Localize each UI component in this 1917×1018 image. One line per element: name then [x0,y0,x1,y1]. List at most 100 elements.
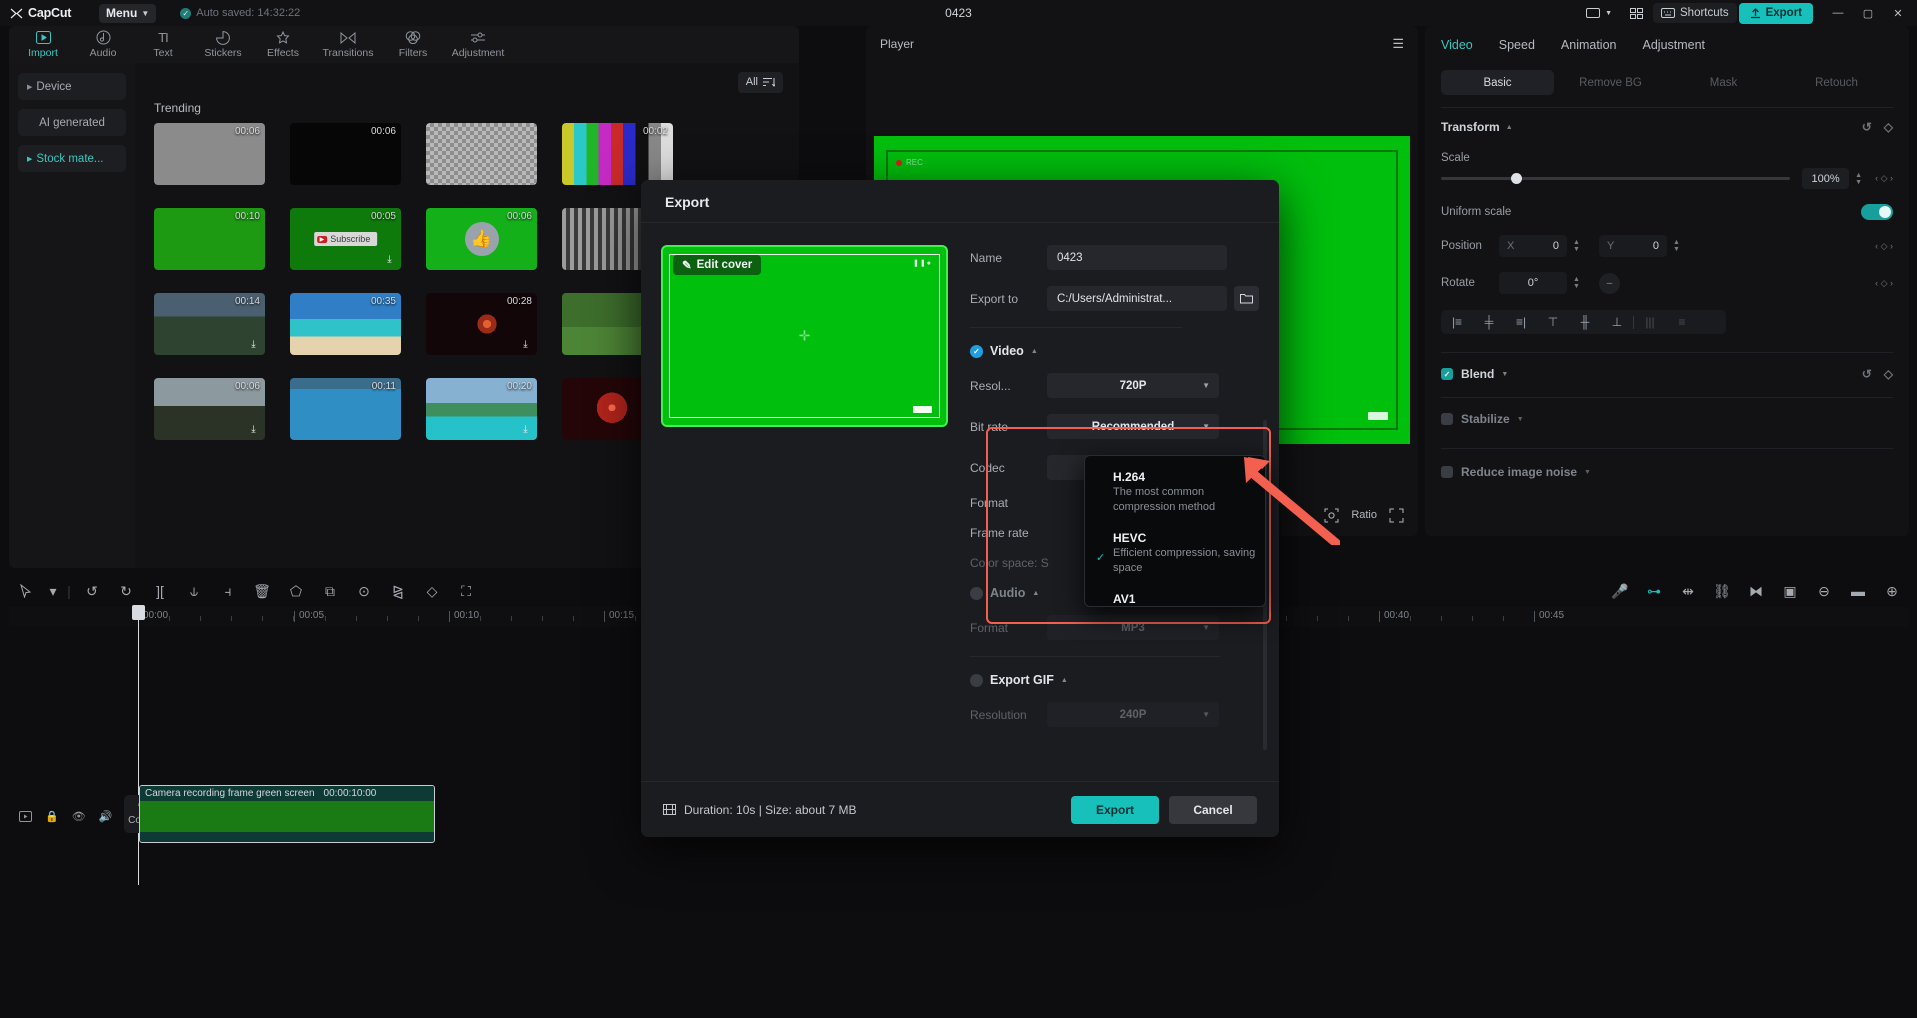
distribute-horizontal-icon[interactable]: ||| [1634,315,1666,329]
keyframe-diamond-icon[interactable]: ◇ [1884,367,1893,381]
tab-adjustment[interactable]: Adjustment [1643,38,1706,52]
nav-item-filters[interactable]: Filters [383,30,443,59]
position-x-input[interactable]: X 0 [1499,235,1567,257]
align-center-horizontal-icon[interactable]: ╪ [1473,315,1505,329]
scale-stepper[interactable]: ▲▼ [1852,172,1865,186]
audio-format-select[interactable]: MP3 ▼ [1047,615,1219,640]
marker-icon[interactable]: ⬠ [279,575,313,607]
align-right-icon[interactable]: ≡| [1505,315,1537,329]
media-item[interactable]: 00:28⤓ [426,293,537,355]
media-filter-button[interactable]: All [738,72,783,93]
cover-preview[interactable]: ✎ Edit cover ❚❚● ✛ [661,245,948,427]
media-item[interactable]: 00:06 [290,123,401,185]
position-x-stepper[interactable]: ▲▼ [1570,239,1583,253]
tab-speed[interactable]: Speed [1499,38,1535,52]
auto-caption-icon[interactable]: ⊶ [1637,575,1671,607]
maximize-button[interactable]: ▢ [1853,0,1883,26]
select-tool-icon[interactable] [9,575,43,607]
grid-view-button[interactable] [1622,3,1651,23]
video-group-header[interactable]: ✓ Video ▲ [970,344,1259,358]
nav-item-adjustment[interactable]: Adjustment [443,30,513,59]
zoom-in-icon[interactable]: ⊕ [1875,575,1909,607]
freeze-frame-icon[interactable]: ⊙ [347,575,381,607]
media-item[interactable]: 00:10 [154,208,265,270]
download-icon[interactable]: ⤓ [519,338,532,351]
reduce-noise-checkbox[interactable] [1441,466,1453,478]
lock-icon[interactable]: 🔒 [45,810,59,823]
minimize-button[interactable]: — [1823,0,1853,26]
export-path-input[interactable]: C:/Users/Administrat... [1047,286,1227,311]
tab-animation[interactable]: Animation [1561,38,1617,52]
detach-audio-icon[interactable]: ⧓ [1739,575,1773,607]
stabilize-checkbox[interactable] [1441,413,1453,425]
segment-remove-bg[interactable]: Remove BG [1554,70,1667,95]
sidebar-item-ai-generated[interactable]: AI generated [18,109,126,136]
track-preview-icon[interactable] [19,811,32,822]
nav-item-audio[interactable]: Audio [73,30,133,59]
volume-icon[interactable]: 🔊 [99,810,113,823]
chevron-down-icon[interactable]: ▾ [43,575,63,607]
browse-folder-button[interactable] [1234,286,1259,311]
timeline-clip[interactable]: Camera recording frame green screen 00:0… [139,785,435,843]
sidebar-item-device[interactable]: ▶ Device [18,73,126,100]
eye-icon[interactable]: 👁 [72,810,86,823]
export-gif-group-header[interactable]: Export GIF ▲ [970,673,1259,687]
mirror-icon[interactable]: ⧎ [381,575,415,607]
adjust-duration-icon[interactable]: ⇹ [1671,575,1705,607]
media-item[interactable]: 00:11 [290,378,401,440]
trim-left-icon[interactable]: ⫝ [177,575,211,607]
display-mode-button[interactable]: ▼ [1578,3,1620,23]
split-icon[interactable]: ][ [143,575,177,607]
media-item[interactable]: 00:06 👍 [426,208,537,270]
rotate-dial-icon[interactable]: – [1599,273,1620,294]
redo-icon[interactable]: ↻ [109,575,143,607]
download-icon[interactable]: ⤓ [247,338,260,351]
export-gif-checkbox[interactable] [970,674,983,687]
blend-section-header[interactable]: ✓ Blend ▼ ↺ ◇ [1441,367,1893,381]
reset-icon[interactable]: ↺ [1862,367,1872,381]
crop-icon[interactable]: ⧉ [313,575,347,607]
segment-basic[interactable]: Basic [1441,70,1554,95]
zoom-slider-icon[interactable]: ▬ [1841,575,1875,607]
shortcuts-button[interactable]: Shortcuts [1653,3,1737,23]
align-top-icon[interactable]: ⊤ [1537,315,1569,329]
align-middle-vertical-icon[interactable]: ╫ [1569,315,1601,329]
scale-slider[interactable] [1441,177,1790,180]
distribute-vertical-icon[interactable]: ≡ [1666,315,1698,329]
video-checkbox[interactable]: ✓ [970,345,983,358]
tab-video[interactable]: Video [1441,38,1473,52]
close-button[interactable]: ✕ [1883,0,1913,26]
bitrate-select[interactable]: Recommended ▼ [1047,414,1219,439]
align-bottom-icon[interactable]: ⊥ [1601,315,1633,329]
position-keyframe[interactable]: ‹ ◇ › [1875,241,1893,252]
nav-item-import[interactable]: Import [13,30,73,59]
nav-item-transitions[interactable]: Transitions [313,30,383,59]
scale-value-input[interactable]: 100% [1802,168,1849,189]
media-item[interactable] [426,123,537,185]
name-input[interactable]: 0423 [1047,245,1227,270]
resolution-select[interactable]: 720P ▼ [1047,373,1219,398]
media-item[interactable]: 00:35 [290,293,401,355]
stabilize-section-header[interactable]: Stabilize ▼ [1441,412,1893,426]
codec-option-av1[interactable]: AV1 [1085,588,1265,612]
edit-cover-button[interactable]: ✎ Edit cover [673,255,761,275]
trim-right-icon[interactable]: ⫞ [211,575,245,607]
crop-frame-icon[interactable]: ⛶ [449,575,483,607]
reduce-noise-section-header[interactable]: Reduce image noise ▼ [1441,465,1893,479]
record-voiceover-icon[interactable]: 🎤 [1603,575,1637,607]
download-icon[interactable]: ⤓ [383,253,396,266]
rotate-input[interactable]: 0° [1499,272,1567,294]
segment-mask[interactable]: Mask [1667,70,1780,95]
link-clips-icon[interactable]: ⛓ [1705,575,1739,607]
blend-checkbox[interactable]: ✓ [1441,368,1453,380]
zoom-out-icon[interactable]: ⊖ [1807,575,1841,607]
export-confirm-button[interactable]: Export [1071,796,1159,824]
media-item[interactable]: 00:02 [562,123,673,185]
scale-slider-handle[interactable] [1511,173,1522,184]
rotate-stepper[interactable]: ▲▼ [1570,276,1583,290]
position-y-input[interactable]: Y 0 [1599,235,1667,257]
menu-button[interactable]: Menu ▼ [99,4,156,23]
fullscreen-icon[interactable] [1389,508,1404,523]
media-item[interactable]: 00:05 ▶Subscribe ⤓ [290,208,401,270]
scale-keyframe[interactable]: ‹ ◇ › [1875,173,1893,184]
